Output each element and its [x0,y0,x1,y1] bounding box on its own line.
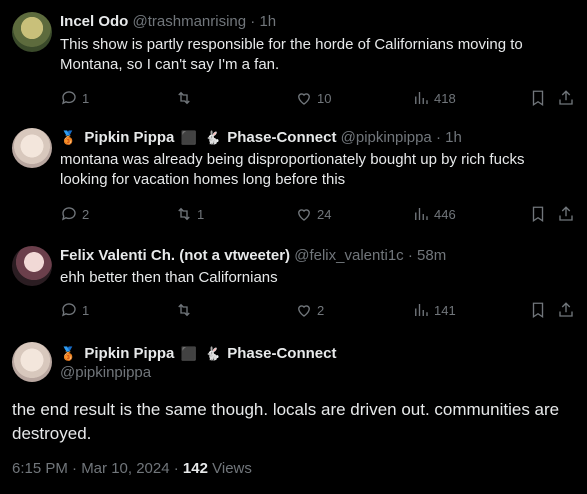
action-bar: 1 10 418 [60,88,575,108]
views-button[interactable]: 141 [412,300,456,320]
timestamp[interactable]: 1h [445,129,462,146]
retweet-button[interactable] [175,88,197,108]
display-name-suffix[interactable]: Phase-Connect [227,345,336,362]
like-button[interactable]: 24 [295,204,331,224]
separator: · [250,13,256,30]
action-bar: 1 2 141 [60,300,575,320]
timestamp[interactable]: 58m [417,247,446,264]
retweet-count: 1 [197,206,205,222]
views-count: 446 [434,206,456,222]
tweet-text: the end result is the same though. local… [12,400,560,443]
bookmark-button[interactable] [529,300,547,320]
display-name[interactable]: Pipkin Pippa [84,129,174,146]
focused-tweet: 🥉 Pipkin Pippa ⬛ 🐇 Phase-Connect @pipkin… [0,336,587,494]
views-count: 142 [182,460,208,477]
retweet-icon [178,91,190,105]
tweet-header: 🥉 Pipkin Pippa ⬛ 🐇 Phase-Connect [60,344,336,364]
display-name[interactable]: Pipkin Pippa [84,345,174,362]
tweet-2[interactable]: 🥉 Pipkin Pippa ⬛ 🐇 Phase-Connect @pipkin… [0,124,587,234]
like-button[interactable]: 2 [295,300,324,320]
retweet-button[interactable] [175,300,197,320]
share-icon [559,90,573,105]
separator: · [435,129,441,146]
views-icon [415,208,428,220]
bookmark-icon [532,90,544,107]
share-icon [559,206,573,221]
plug-icon: ⬛ [180,130,197,145]
share-icon [559,302,573,317]
share-button[interactable] [557,88,575,108]
tweet-header: Felix Valenti Ch. (not a vtweeter) @feli… [60,246,446,266]
display-name-suffix[interactable]: Phase-Connect [227,129,336,146]
bookmark-button[interactable] [529,204,547,224]
views-label: Views [212,460,252,477]
views-count: 141 [434,302,456,318]
tweet-1[interactable]: Incel Odo @trashmanrising · 1h This show… [0,8,587,118]
share-button[interactable] [557,204,575,224]
avatar[interactable] [12,342,52,382]
like-icon [298,305,310,317]
reply-button[interactable]: 2 [60,204,89,224]
tweet-text: montana was already being disproportiona… [60,151,525,188]
bookmark-button[interactable] [529,88,547,108]
avatar[interactable] [12,12,52,52]
reply-icon [61,303,76,317]
like-count: 24 [317,206,332,222]
rabbit-icon: 🐇 [204,346,222,361]
like-icon [298,93,310,105]
like-count: 10 [317,90,332,106]
tweet-header: Incel Odo @trashmanrising · 1h [60,12,276,32]
handle[interactable]: @felix_valenti1c [294,247,403,264]
handle[interactable]: @pipkinpippa [341,129,432,146]
medal-icon: 🥉 [60,130,77,145]
tweet-header: 🥉 Pipkin Pippa ⬛ 🐇 Phase-Connect @pipkin… [60,128,462,148]
avatar[interactable] [12,128,52,168]
tweet-3[interactable]: Felix Valenti Ch. (not a vtweeter) @feli… [0,240,587,330]
views-icon [415,92,428,104]
views-button[interactable]: 418 [412,88,456,108]
views-button[interactable]: 446 [412,204,456,224]
like-icon [298,209,310,221]
views-icon [415,304,428,316]
handle[interactable]: @pipkinpippa [60,364,151,381]
views-count: 418 [434,90,456,106]
reply-count: 1 [82,302,90,318]
tweet-meta: 6:15 PM · Mar 10, 2024 · 142 Views [12,460,252,477]
medal-icon: 🥉 [60,346,77,361]
retweet-icon [178,303,190,317]
bookmark-icon [532,302,544,319]
retweet-icon [178,207,190,221]
bookmark-icon [532,206,544,223]
reply-icon [61,91,76,105]
display-name[interactable]: Felix Valenti Ch. (not a vtweeter) [60,247,290,264]
tweet-text: ehh better then than Californians [60,269,278,286]
reply-count: 1 [82,90,90,106]
handle[interactable]: @trashmanrising [133,13,247,30]
like-count: 2 [317,302,325,318]
reply-button[interactable]: 1 [60,88,89,108]
share-button[interactable] [557,300,575,320]
rabbit-icon: 🐇 [204,130,222,145]
separator: · [407,247,413,264]
like-button[interactable]: 10 [295,88,331,108]
action-bar: 2 1 24 446 [60,204,575,224]
timestamp[interactable]: 6:15 PM · Mar 10, 2024 · [12,460,179,477]
reply-count: 2 [82,206,90,222]
plug-icon: ⬛ [180,346,197,361]
reply-icon [61,207,76,221]
tweet-text: This show is partly responsible for the … [60,36,523,73]
timestamp[interactable]: 1h [259,13,276,30]
display-name[interactable]: Incel Odo [60,13,128,30]
retweet-button[interactable]: 1 [175,204,204,224]
avatar[interactable] [12,246,52,286]
reply-button[interactable]: 1 [60,300,89,320]
